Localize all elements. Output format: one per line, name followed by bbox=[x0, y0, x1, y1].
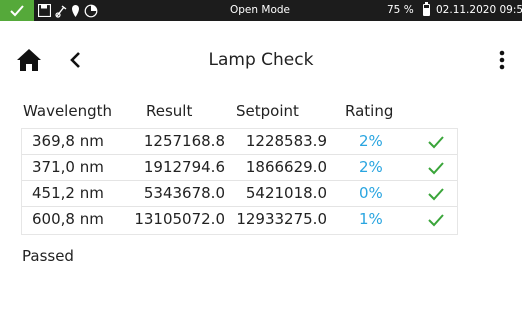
cell-rating: 0% bbox=[359, 184, 383, 202]
results-table: 369,8 nm 1257168.8 1228583.9 2% 371,0 nm… bbox=[21, 128, 458, 235]
cell-setpoint: 12933275.0 bbox=[236, 210, 327, 228]
cell-wavelength: 600,8 nm bbox=[32, 210, 104, 228]
cell-wavelength: 369,8 nm bbox=[32, 132, 104, 150]
column-header-rating: Rating bbox=[345, 102, 394, 120]
cell-wavelength: 371,0 nm bbox=[32, 158, 104, 176]
timer-icon bbox=[84, 4, 98, 17]
cell-setpoint: 1228583.9 bbox=[245, 132, 327, 150]
check-icon bbox=[428, 188, 444, 201]
cell-rating: 2% bbox=[359, 132, 383, 150]
battery-icon bbox=[423, 4, 430, 16]
datetime: 02.11.2020 09:54 bbox=[436, 4, 522, 16]
table-row: 369,8 nm 1257168.8 1228583.9 2% bbox=[22, 129, 457, 155]
cell-result: 5343678.0 bbox=[143, 184, 225, 202]
cell-rating: 2% bbox=[359, 158, 383, 176]
column-header-wavelength: Wavelength bbox=[23, 102, 112, 120]
save-icon bbox=[38, 4, 51, 17]
status-bar: Open Mode 75 % 02.11.2020 09:54 bbox=[0, 0, 522, 21]
cell-wavelength: 451,2 nm bbox=[32, 184, 104, 202]
cell-setpoint: 5421018.0 bbox=[245, 184, 327, 202]
cell-setpoint: 1866629.0 bbox=[245, 158, 327, 176]
check-icon bbox=[428, 214, 444, 227]
column-header-setpoint: Setpoint bbox=[236, 102, 299, 120]
status-ok-indicator bbox=[0, 0, 34, 21]
check-result-status: Passed bbox=[22, 247, 74, 265]
table-row: 600,8 nm 13105072.0 12933275.0 1% bbox=[22, 207, 457, 233]
location-icon bbox=[72, 4, 79, 17]
cell-rating: 1% bbox=[359, 210, 383, 228]
table-row: 371,0 nm 1912794.6 1866629.0 2% bbox=[22, 155, 457, 181]
status-icons bbox=[38, 2, 98, 19]
column-header-result: Result bbox=[146, 102, 193, 120]
check-icon bbox=[428, 162, 444, 175]
page-title: Lamp Check bbox=[208, 50, 314, 70]
mode-label: Open Mode bbox=[230, 4, 290, 16]
battery-fill bbox=[424, 7, 429, 15]
check-icon bbox=[428, 136, 444, 149]
overflow-menu-button[interactable] bbox=[496, 47, 508, 73]
probe-icon bbox=[55, 4, 67, 18]
check-icon bbox=[10, 4, 24, 16]
cell-result: 13105072.0 bbox=[134, 210, 225, 228]
cell-result: 1257168.8 bbox=[143, 132, 225, 150]
table-row: 451,2 nm 5343678.0 5421018.0 0% bbox=[22, 181, 457, 207]
menu-dots-icon bbox=[499, 50, 505, 70]
battery-percent: 75 % bbox=[387, 4, 414, 16]
cell-result: 1912794.6 bbox=[143, 158, 225, 176]
